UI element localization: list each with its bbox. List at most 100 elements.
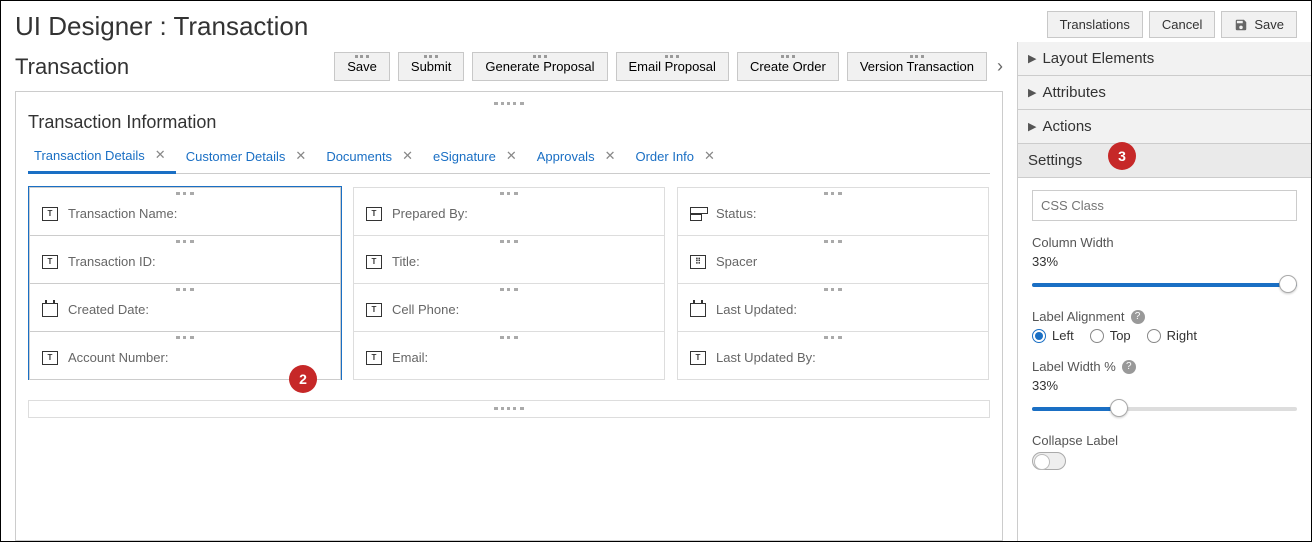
column-1[interactable]: T Transaction Name: TTransaction ID: Crea… [28,186,342,380]
tab-label: Transaction Details [34,148,145,163]
accordion-layout-elements[interactable]: ▶ Layout Elements [1018,42,1311,76]
radio-top[interactable]: Top [1090,328,1131,343]
tabs: Transaction Details ✕ Customer Details ✕… [28,141,990,174]
action-email-proposal[interactable]: Email Proposal [616,52,729,81]
field-title[interactable]: T Title: [353,235,665,284]
collapse-label-label: Collapse Label [1032,433,1297,448]
css-class-input[interactable] [1032,190,1297,221]
tab-label: Documents [326,149,392,164]
text-field-icon: T [690,351,706,365]
tab-label: eSignature [433,149,496,164]
field-email[interactable]: T Email: [353,331,665,380]
page-title: UI Designer : Transaction [15,11,308,42]
column-width-value: 33% [1032,254,1297,269]
text-field-icon: T [366,303,382,317]
action-buttons: Save Submit Generate Proposal Email Prop… [334,52,987,81]
column-width-slider[interactable] [1032,275,1297,293]
top-actions: Translations Cancel Save [1047,11,1297,38]
field-label: Last Updated By: [716,350,816,365]
tab-order-info[interactable]: Order Info ✕ [629,142,724,172]
tab-transaction-details[interactable]: Transaction Details ✕ [28,141,176,174]
field-label: Email: [392,350,428,365]
field-label: Cell Phone: [392,302,459,317]
field-label: Status: [716,206,756,221]
radio-right[interactable]: Right [1147,328,1197,343]
canvas: Transaction Information Transaction Deta… [15,91,1003,541]
close-icon[interactable]: ✕ [295,148,306,164]
action-submit[interactable]: Submit [398,52,464,81]
accordion-label: Settings [1028,152,1082,169]
accordion-actions[interactable]: ▶ Actions [1018,110,1311,144]
field-label: Title: [392,254,420,269]
field-last-updated-by[interactable]: T Last Updated By: [677,331,989,380]
text-field-icon: T [366,255,382,269]
callout-badge-3: 3 [1108,142,1136,170]
triangle-right-icon: ▶ [1028,120,1036,133]
close-icon[interactable]: ✕ [155,147,166,163]
field-prepared-by[interactable]: T Prepared By: [353,187,665,236]
accordion-label: Layout Elements [1042,50,1154,67]
status-icon [690,207,706,221]
accordion-label: Actions [1042,118,1091,135]
action-create-order[interactable]: Create Order [737,52,839,81]
text-field-icon: T [42,255,58,269]
close-icon[interactable]: ✕ [506,148,517,164]
calendar-icon [42,303,58,317]
radio-left[interactable]: Left [1032,328,1074,343]
sidebar: ▶ Layout Elements ▶Attributes ▶ Actions Se… [1017,42,1311,541]
tab-esignature[interactable]: eSignature ✕ [427,142,527,172]
help-icon[interactable]: ? [1131,310,1145,324]
label-width-slider[interactable] [1032,399,1297,417]
field-label: Last Updated: [716,302,797,317]
label-alignment-radios: Left Top Right [1032,328,1297,343]
save-button-label: Save [1254,17,1284,32]
section-title: Transaction [15,54,129,80]
field-transaction-name[interactable]: T Transaction Name: [29,187,341,236]
close-icon[interactable]: ✕ [605,148,616,164]
action-generate-proposal[interactable]: Generate Proposal [472,52,607,81]
tab-label: Order Info [635,149,694,164]
triangle-right-icon: ▶ [1028,52,1036,65]
text-field-icon: T [366,207,382,221]
fields-grid: T Transaction Name: TTransaction ID: Crea… [28,186,990,380]
field-label: Prepared By: [392,206,468,221]
calendar-icon [690,303,706,317]
tab-customer-details[interactable]: Customer Details ✕ [180,142,317,172]
field-cell-phone[interactable]: T Cell Phone: [353,283,665,332]
cancel-button[interactable]: Cancel [1149,11,1215,38]
action-version-transaction[interactable]: Version Transaction [847,52,987,81]
help-icon[interactable]: ? [1122,360,1136,374]
radio-label: Top [1110,328,1131,343]
label-width-value: 33% [1032,378,1297,393]
tab-approvals[interactable]: Approvals ✕ [531,142,626,172]
save-button[interactable]: Save [1221,11,1297,38]
field-status[interactable]: Status: [677,187,989,236]
action-save[interactable]: Save [334,52,390,81]
drag-handle-icon[interactable] [494,102,524,106]
tab-label: Approvals [537,149,595,164]
column-width-label: Column Width [1032,235,1297,250]
tab-documents[interactable]: Documents ✕ [320,142,423,172]
translations-button[interactable]: Translations [1047,11,1143,38]
drag-handle-icon[interactable] [494,407,524,411]
column-2[interactable]: T Prepared By: T Title: T Cell Phone: T Emai… [352,186,666,380]
collapse-label-toggle[interactable] [1032,452,1066,470]
text-field-icon: T [366,351,382,365]
drop-zone[interactable] [28,400,990,418]
field-label: Transaction Name: [68,206,177,221]
radio-label: Left [1052,328,1074,343]
field-transaction-id[interactable]: TTransaction ID: [29,235,341,284]
close-icon[interactable]: ✕ [704,148,715,164]
save-icon [1234,18,1248,32]
field-last-updated[interactable]: Last Updated: [677,283,989,332]
chevron-right-icon[interactable]: › [997,56,1003,77]
accordion-settings[interactable]: Settings 3 [1018,144,1311,178]
accordion-attributes[interactable]: ▶Attributes [1018,76,1311,110]
settings-body: Column Width 33% Label Alignment ? Left … [1018,178,1311,541]
text-field-icon: T [42,207,58,221]
close-icon[interactable]: ✕ [402,148,413,164]
field-label: Account Number: [68,350,168,365]
field-created-date[interactable]: Created Date: [29,283,341,332]
field-spacer[interactable]: ⠿Spacer [677,235,989,284]
column-3[interactable]: Status: ⠿Spacer Last Updated: T Last Upda… [676,186,990,380]
